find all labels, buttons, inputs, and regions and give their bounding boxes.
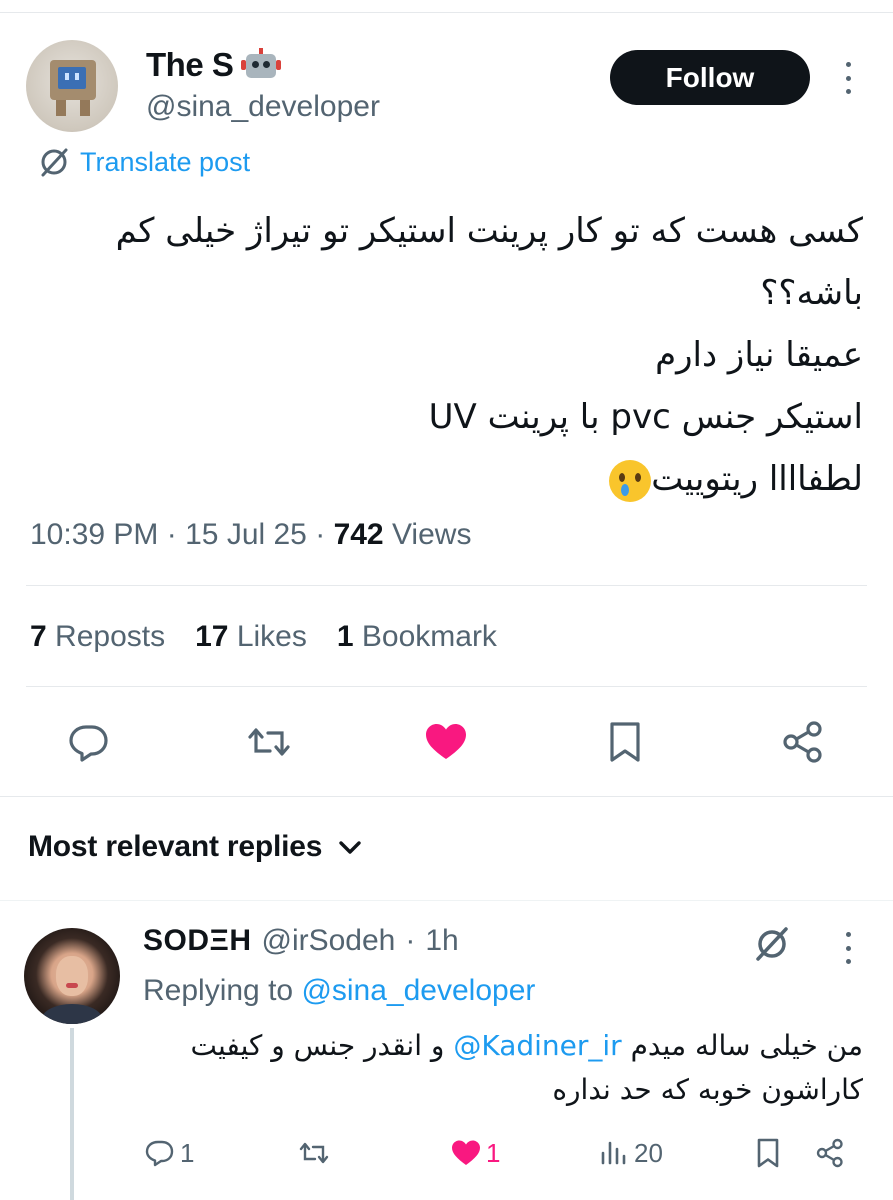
chevron-down-icon	[339, 841, 361, 854]
avatar[interactable]	[26, 40, 118, 132]
bookmarks-stat[interactable]: 1 Bookmark	[337, 620, 497, 654]
section-divider	[0, 900, 893, 901]
views-bar-icon	[601, 1141, 626, 1165]
reply-time[interactable]: 1h	[425, 924, 458, 958]
grok-icon[interactable]	[752, 924, 792, 964]
reply-repost-button[interactable]	[298, 1130, 330, 1176]
post-date[interactable]: 15 Jul 25	[185, 518, 307, 551]
post-text-line: کسی هست که تو کار پرینت استیکر تو تیراژ …	[115, 211, 863, 251]
reply-views-count: 20	[634, 1137, 663, 1168]
reposts-stat[interactable]: 7 Reposts	[30, 620, 165, 654]
robot-emoji-icon	[241, 48, 282, 82]
views-count: 742	[333, 518, 384, 551]
bookmark-icon	[610, 722, 640, 762]
author-name-text[interactable]: The S	[146, 46, 234, 84]
views-label: Views	[391, 518, 472, 551]
post-text-line: استیکر جنس pvc با پرینت UV	[428, 397, 863, 437]
post-text-line: لطفاااا ریتوییت	[651, 459, 863, 499]
divider	[26, 585, 867, 586]
share-icon	[783, 721, 822, 763]
reply-button[interactable]	[64, 712, 114, 772]
like-button[interactable]	[421, 712, 471, 772]
replies-sort-dropdown[interactable]: Most relevant replies	[28, 830, 364, 864]
engagement-stats: 7 Reposts 17 Likes 1 Bookmark	[30, 620, 497, 654]
repost-icon	[248, 728, 290, 756]
heart-icon	[452, 1140, 480, 1165]
reply-mention-link[interactable]: @Kadiner_ir	[453, 1029, 621, 1062]
heart-icon	[426, 724, 466, 759]
follow-button[interactable]: Follow	[610, 50, 810, 105]
more-options-icon[interactable]	[838, 62, 858, 94]
reply-like-button[interactable]: 1	[450, 1130, 500, 1176]
reply-bubble-icon	[145, 1140, 174, 1167]
post-text-line-last: لطفاااا ریتوییت	[23, 448, 863, 510]
likes-stat[interactable]: 17 Likes	[195, 620, 307, 654]
post-text: کسی هست که تو کار پرینت استیکر تو تیراژ …	[23, 200, 863, 510]
reply-bubble-icon	[69, 725, 108, 762]
replying-to: Replying to @sina_developer	[143, 974, 536, 1007]
reply-author-name[interactable]: SODΞH	[143, 924, 251, 958]
reply-views-button[interactable]: 20	[598, 1130, 663, 1176]
post-timestamp: 10:39 PM · 15 Jul 25 · 742 Views	[30, 518, 472, 551]
reply-text: من خیلی ساله میدم @Kadiner_ir و انقدر جن…	[190, 1029, 863, 1106]
post-time[interactable]: 10:39 PM	[30, 518, 158, 551]
globe-slash-icon	[41, 148, 68, 177]
replies-sort-label[interactable]: Most relevant replies	[28, 830, 322, 864]
share-button[interactable]	[778, 712, 828, 772]
reply-action-bar: 1 1 20	[0, 1130, 893, 1176]
reply-bookmark-button[interactable]	[752, 1130, 784, 1176]
author-handle[interactable]: @sina_developer	[146, 90, 380, 124]
post-text-line: عمیقا نیاز دارم	[655, 335, 863, 375]
reply-header: SODΞH @irSodeh · 1h	[143, 924, 459, 958]
bookmark-button[interactable]	[600, 712, 650, 772]
top-divider	[0, 12, 893, 13]
translate-post-link[interactable]: Translate post	[38, 146, 250, 178]
translate-post-label[interactable]: Translate post	[80, 147, 250, 178]
reply-reply-count: 1	[180, 1137, 195, 1168]
smiling-face-with-tear-emoji-icon	[609, 459, 652, 502]
avatar-robot-figure	[50, 60, 96, 100]
repost-icon	[299, 1142, 329, 1164]
reply-share-button[interactable]	[814, 1130, 846, 1176]
post-action-bar	[0, 712, 893, 772]
reply-reply-button[interactable]: 1	[144, 1130, 194, 1176]
share-icon	[816, 1138, 843, 1168]
bookmark-icon	[757, 1138, 779, 1168]
reply-author-handle[interactable]: @irSodeh	[261, 924, 395, 958]
post-text-line: باشه؟؟	[760, 273, 863, 313]
reply-more-options-icon[interactable]	[838, 932, 858, 964]
divider	[26, 686, 867, 687]
author-display-name[interactable]: The S	[146, 46, 282, 84]
repost-button[interactable]	[244, 712, 294, 772]
section-divider	[0, 796, 893, 797]
replying-to-mention[interactable]: @sina_developer	[301, 974, 535, 1007]
reply-like-count: 1	[486, 1137, 501, 1168]
reply-avatar[interactable]	[24, 928, 120, 1024]
